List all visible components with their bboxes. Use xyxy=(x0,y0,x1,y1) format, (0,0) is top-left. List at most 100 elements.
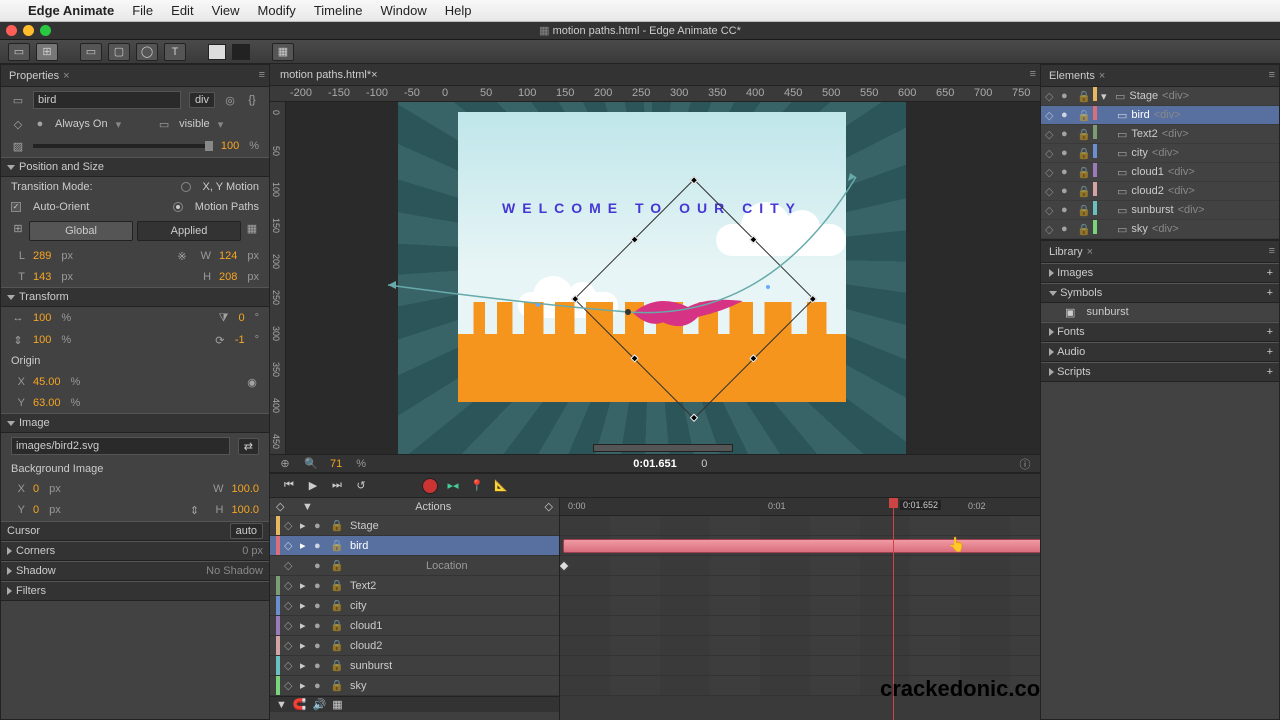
goto-start-icon[interactable]: ⏮ xyxy=(280,478,298,494)
lib-images-header[interactable]: Images+ xyxy=(1041,263,1279,283)
stage[interactable]: WELCOME TO OUR CITY xyxy=(458,112,846,402)
target-icon[interactable]: ◎ xyxy=(223,93,237,107)
close-elements-icon[interactable]: × xyxy=(1099,70,1105,82)
toggle-all-icon[interactable]: ◇ xyxy=(276,500,296,513)
tag-chip[interactable]: div xyxy=(189,92,215,108)
timeline-row-Location[interactable]: ◇●🔒Location xyxy=(270,556,559,576)
pin-icon[interactable]: 📍 xyxy=(468,478,486,494)
menu-modify[interactable]: Modify xyxy=(258,3,296,18)
coord-icon[interactable]: ⊞ xyxy=(11,221,25,235)
document-tab[interactable]: motion paths.html* × ≡ xyxy=(270,64,1040,86)
lib-fonts-header[interactable]: Fonts+ xyxy=(1041,322,1279,342)
opacity-value[interactable]: 100 xyxy=(221,140,239,152)
menu-view[interactable]: View xyxy=(212,3,240,18)
h-scrollbar[interactable] xyxy=(593,444,733,452)
pos-w[interactable]: 124 xyxy=(219,250,237,262)
auto-transition-icon[interactable]: ▸◂ xyxy=(444,478,462,494)
add-script-icon[interactable]: + xyxy=(1267,366,1273,378)
timeline-row-sunburst[interactable]: ◇▸●🔒sunburst xyxy=(270,656,559,676)
timeline-row-cloud1[interactable]: ◇▸●🔒cloud1 xyxy=(270,616,559,636)
add-symbol-icon[interactable]: + xyxy=(1267,287,1273,299)
actions-icon[interactable]: {} xyxy=(245,93,259,107)
tl-grid-icon[interactable]: ▦ xyxy=(332,698,342,711)
presence-value[interactable]: Always On xyxy=(55,118,108,130)
text-tool-icon[interactable]: T xyxy=(164,43,186,61)
zoom-icon[interactable]: 🔍 xyxy=(304,457,318,471)
element-row-city[interactable]: ◇●🔒▭city <div> xyxy=(1041,144,1279,163)
add-image-icon[interactable]: + xyxy=(1267,267,1273,279)
pos-t[interactable]: 143 xyxy=(33,271,51,283)
centerstage-icon[interactable]: ⊕ xyxy=(278,457,292,471)
element-name-input[interactable] xyxy=(33,91,181,109)
scale-x[interactable]: 100 xyxy=(33,312,51,324)
timeline-row-cloud2[interactable]: ◇▸●🔒cloud2 xyxy=(270,636,559,656)
loop-icon[interactable]: ↺ xyxy=(352,478,370,494)
timeline-row-Text2[interactable]: ◇▸●🔒Text2 xyxy=(270,576,559,596)
motion-paths-radio[interactable] xyxy=(173,202,183,212)
eye-icon[interactable]: ● xyxy=(33,117,47,131)
bg-y[interactable]: 0 xyxy=(33,504,39,516)
menu-timeline[interactable]: Timeline xyxy=(314,3,363,18)
stroke-swatch[interactable] xyxy=(232,44,250,60)
tl-filter-icon[interactable]: ▼ xyxy=(276,699,287,711)
stage-canvas[interactable]: WELCOME TO OUR CITY xyxy=(286,102,1040,454)
display-icon[interactable]: ◇ xyxy=(11,117,25,131)
cursor-header[interactable]: Cursorauto xyxy=(1,521,269,541)
link-coord-icon[interactable]: ▦ xyxy=(245,221,259,235)
tl-snap-icon[interactable]: 🧲 xyxy=(293,698,307,711)
filters-header[interactable]: Filters xyxy=(1,581,269,601)
cursor-auto-button[interactable]: auto xyxy=(230,523,263,539)
element-row-sunburst[interactable]: ◇●🔒▭sunburst <div> xyxy=(1041,201,1279,220)
bg-x[interactable]: 0 xyxy=(33,483,39,495)
selection-tool-icon[interactable]: ▭ xyxy=(8,43,30,61)
bg-w[interactable]: 100.0 xyxy=(231,483,259,495)
lib-symbols-header[interactable]: Symbols+ xyxy=(1041,283,1279,303)
origin-x[interactable]: 45.00 xyxy=(33,376,61,388)
auto-keyframe-icon[interactable] xyxy=(422,478,438,494)
shadow-header[interactable]: ShadowNo Shadow xyxy=(1,561,269,581)
bg-h[interactable]: 100.0 xyxy=(231,504,259,516)
transform-header[interactable]: Transform xyxy=(1,287,269,307)
info-icon[interactable]: ⓘ xyxy=(1018,457,1032,471)
close-icon[interactable] xyxy=(6,25,17,36)
scale-y[interactable]: 100 xyxy=(33,334,51,346)
element-row-Text2[interactable]: ◇●🔒▭Text2 <div> xyxy=(1041,125,1279,144)
corners-header[interactable]: Corners0 px xyxy=(1,541,269,561)
tl-sound-icon[interactable]: 🔊 xyxy=(313,698,327,711)
doc-options-icon[interactable]: ≡ xyxy=(1030,68,1036,80)
element-row-bird[interactable]: ◇●🔒▭bird <div> xyxy=(1041,106,1279,125)
global-button[interactable]: Global xyxy=(29,221,133,241)
fill-swatch[interactable] xyxy=(208,44,226,60)
menu-file[interactable]: File xyxy=(132,3,153,18)
image-src-input[interactable] xyxy=(11,437,230,455)
library-options-icon[interactable]: ≡ xyxy=(1269,245,1275,257)
timeline-tracks[interactable]: 0:000:010:020:03 0:01.652 👆 crackedonic.… xyxy=(560,498,1040,720)
rotation[interactable]: -1 xyxy=(235,334,245,346)
layout-tool-icon[interactable]: ▦ xyxy=(272,43,294,61)
rect-tool-icon[interactable]: ▭ xyxy=(80,43,102,61)
app-name[interactable]: Edge Animate xyxy=(28,3,114,18)
menu-edit[interactable]: Edit xyxy=(171,3,193,18)
elements-options-icon[interactable]: ≡ xyxy=(1269,69,1275,81)
add-action-icon[interactable]: ◇ xyxy=(545,500,553,513)
transform-tool-icon[interactable]: ⊞ xyxy=(36,43,58,61)
timeline-row-Stage[interactable]: ◇▸●🔒Stage xyxy=(270,516,559,536)
pos-l[interactable]: 289 xyxy=(33,250,51,262)
play-icon[interactable]: ▶ xyxy=(304,478,322,494)
element-row-sky[interactable]: ◇●🔒▭sky <div> xyxy=(1041,220,1279,239)
goto-end-icon[interactable]: ⏭ xyxy=(328,478,346,494)
position-size-header[interactable]: Position and Size xyxy=(1,157,269,177)
add-audio-icon[interactable]: + xyxy=(1267,346,1273,358)
minimize-icon[interactable] xyxy=(23,25,34,36)
swap-image-icon[interactable]: ⇄ xyxy=(238,438,259,455)
close-library-icon[interactable]: × xyxy=(1087,246,1093,258)
symbol-item[interactable]: ▣ sunburst xyxy=(1041,303,1279,322)
origin-y[interactable]: 63.00 xyxy=(33,397,61,409)
ellipse-tool-icon[interactable]: ◯ xyxy=(136,43,158,61)
element-row-cloud2[interactable]: ◇●🔒▭cloud2 <div> xyxy=(1041,182,1279,201)
zoom-value[interactable]: 71 xyxy=(330,458,342,470)
easing-icon[interactable]: 📐 xyxy=(492,478,510,494)
menu-window[interactable]: Window xyxy=(380,3,426,18)
auto-orient-check[interactable] xyxy=(11,202,21,212)
add-font-icon[interactable]: + xyxy=(1267,326,1273,338)
